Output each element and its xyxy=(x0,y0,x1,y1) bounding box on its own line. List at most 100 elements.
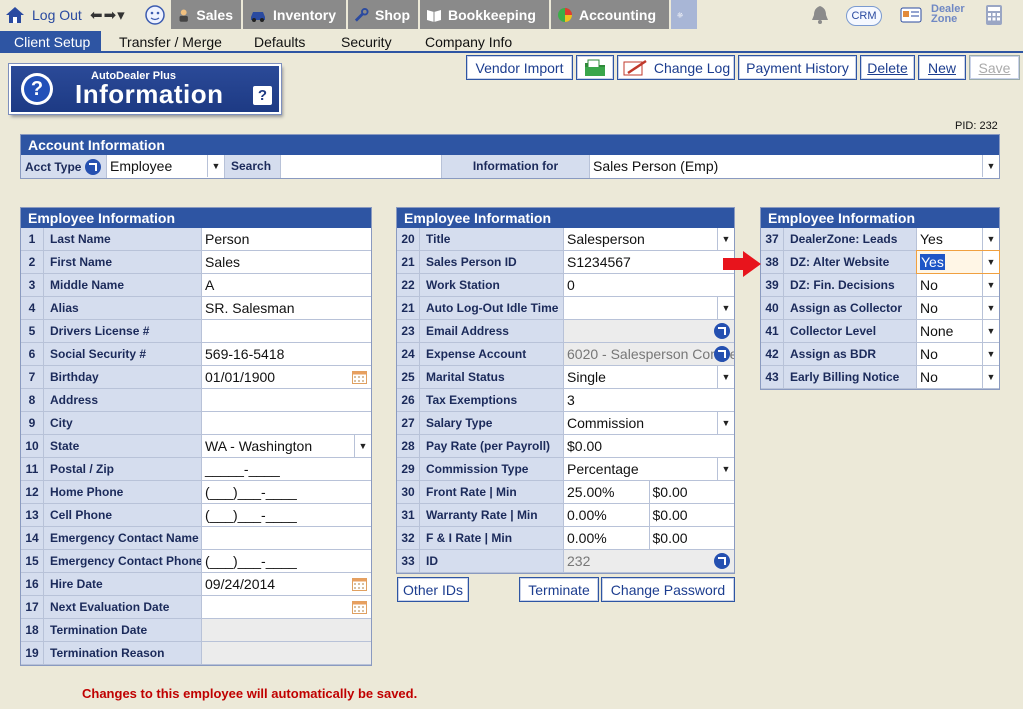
field-value[interactable]: (___)___-____ xyxy=(202,550,371,572)
field-value[interactable]: 6020 - Salesperson Compe xyxy=(564,343,734,365)
bell-icon[interactable] xyxy=(810,4,830,26)
field-value[interactable]: 25.00% $0.00 xyxy=(564,481,734,503)
tab-defaults[interactable]: Defaults xyxy=(244,31,315,53)
field-label: First Name xyxy=(44,251,202,273)
field-value[interactable]: $0.00 xyxy=(564,435,734,457)
history-arrows[interactable]: ⬅➡▾ xyxy=(90,0,126,29)
change-password-button[interactable]: Change Password xyxy=(601,577,735,602)
field-value[interactable]: 0.00% $0.00 xyxy=(564,504,734,526)
field-value[interactable]: Sales xyxy=(202,251,371,273)
rate-value[interactable]: 0.00% xyxy=(564,504,650,526)
field-value[interactable]: 0.00% $0.00 xyxy=(564,527,734,549)
terminate-button[interactable]: Terminate xyxy=(519,577,599,602)
field-value[interactable] xyxy=(202,527,371,549)
tab-security[interactable]: Security xyxy=(331,31,402,53)
field-value[interactable]: 01/01/1900 xyxy=(202,366,371,388)
tab-client-setup[interactable]: Client Setup xyxy=(0,31,101,53)
field-value[interactable]: Yes ▼ xyxy=(916,250,1000,274)
field-value[interactable]: WA - Washington ▼ xyxy=(202,435,371,457)
calendar-icon[interactable] xyxy=(352,370,367,384)
field-value[interactable]: No ▼ xyxy=(917,297,999,319)
delete-button[interactable]: Delete xyxy=(860,55,915,80)
field-value[interactable]: Salesperson ▼ xyxy=(564,228,734,250)
field-value[interactable]: None ▼ xyxy=(917,320,999,342)
field-value[interactable] xyxy=(202,412,371,434)
chevron-down-icon: ▼ xyxy=(982,366,999,388)
save-button[interactable]: Save xyxy=(969,55,1020,80)
field-row: 2 First Name Sales xyxy=(21,251,371,274)
module-shop[interactable]: Shop xyxy=(348,0,420,29)
field-label: State xyxy=(44,435,202,457)
rate-value[interactable]: 25.00% xyxy=(564,481,650,503)
rate-value[interactable]: 0.00% xyxy=(564,527,650,549)
help-circle-icon[interactable]: ? xyxy=(21,73,53,105)
logout-button[interactable]: Log Out xyxy=(4,0,82,29)
min-value[interactable]: $0.00 xyxy=(650,481,735,503)
calculator-icon[interactable] xyxy=(985,4,1003,26)
search-input[interactable] xyxy=(281,155,442,178)
field-value[interactable]: S1234567 xyxy=(564,251,734,273)
field-value[interactable]: 3 xyxy=(564,389,734,411)
payment-history-button[interactable]: Payment History xyxy=(738,55,857,80)
field-row: 1 Last Name Person xyxy=(21,228,371,251)
lookup-icon[interactable] xyxy=(714,346,730,362)
field-value[interactable]: No ▼ xyxy=(917,343,999,365)
help-icon[interactable]: ? xyxy=(253,86,272,105)
field-value[interactable] xyxy=(202,596,371,618)
id-card-icon[interactable] xyxy=(900,7,922,23)
acct-type-select[interactable]: Employee ▼ xyxy=(107,155,225,178)
field-value[interactable]: Person xyxy=(202,228,371,250)
calendar-icon[interactable] xyxy=(352,577,367,591)
field-value[interactable]: ▼ xyxy=(564,297,734,319)
field-value[interactable]: _____-____ xyxy=(202,458,371,480)
vendor-import-button[interactable]: Vendor Import xyxy=(466,55,573,80)
other-ids-button[interactable]: Other IDs xyxy=(397,577,469,602)
calendar-icon[interactable] xyxy=(352,600,367,614)
export-excel-button[interactable] xyxy=(576,55,614,80)
field-row: 21 Auto Log-Out Idle Time ▼ xyxy=(397,297,734,320)
dealer-zone-link[interactable]: Dealer Zone xyxy=(931,4,965,25)
change-log-button[interactable]: Change Log xyxy=(617,55,735,80)
lookup-icon[interactable] xyxy=(714,323,730,339)
field-number: 8 xyxy=(21,389,44,411)
field-label: Salary Type xyxy=(420,412,564,434)
lookup-icon[interactable] xyxy=(714,553,730,569)
field-value[interactable]: (___)___-____ xyxy=(202,504,371,526)
min-value[interactable]: $0.00 xyxy=(650,504,735,526)
field-row: 4 Alias SR. Salesman xyxy=(21,297,371,320)
field-value[interactable]: 232 xyxy=(564,550,734,572)
field-value[interactable]: No ▼ xyxy=(917,366,999,388)
tab-company-info[interactable]: Company Info xyxy=(415,31,522,53)
field-value[interactable]: No ▼ xyxy=(917,274,999,296)
field-value[interactable] xyxy=(564,320,734,342)
module-accounting[interactable]: Accounting xyxy=(551,0,671,29)
field-value[interactable]: (___)___-____ xyxy=(202,481,371,503)
new-button[interactable]: New xyxy=(918,55,966,80)
module-bookkeeping[interactable]: Bookkeeping xyxy=(420,0,551,29)
field-label: Warranty Rate | Min xyxy=(420,504,564,526)
field-value[interactable]: 09/24/2014 xyxy=(202,573,371,595)
module-inventory[interactable]: Inventory xyxy=(243,0,348,29)
field-row: 15 Emergency Contact Phone (___)___-____ xyxy=(21,550,371,573)
min-value[interactable]: $0.00 xyxy=(650,527,735,549)
field-value[interactable]: Single ▼ xyxy=(564,366,734,388)
field-value[interactable]: A xyxy=(202,274,371,296)
info-for-select[interactable]: Sales Person (Emp) ▼ xyxy=(590,155,999,178)
field-row: 41 Collector Level None ▼ xyxy=(761,320,999,343)
user-face-icon[interactable] xyxy=(144,0,168,29)
field-value[interactable]: SR. Salesman xyxy=(202,297,371,319)
crm-button[interactable]: CRM xyxy=(846,6,882,26)
tab-transfer-merge[interactable]: Transfer / Merge xyxy=(109,31,232,53)
lookup-icon[interactable] xyxy=(85,158,102,175)
field-value[interactable]: Percentage ▼ xyxy=(564,458,734,480)
gear-icon[interactable] xyxy=(671,0,699,29)
field-value[interactable]: Yes ▼ xyxy=(917,228,999,250)
field-value[interactable] xyxy=(202,320,371,342)
field-value[interactable]: Commission ▼ xyxy=(564,412,734,434)
field-value[interactable] xyxy=(202,389,371,411)
field-value[interactable]: 0 xyxy=(564,274,734,296)
red-arrow-icon xyxy=(723,251,761,277)
field-value[interactable]: 569-16-5418 xyxy=(202,343,371,365)
module-sales[interactable]: Sales xyxy=(171,0,243,29)
field-number: 4 xyxy=(21,297,44,319)
